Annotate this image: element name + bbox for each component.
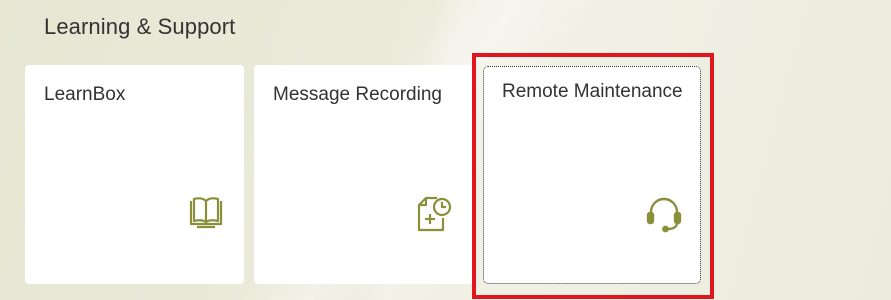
document-clock-icon <box>415 194 455 234</box>
tile-remote-maintenance[interactable]: Remote Maintenance <box>483 66 701 284</box>
tile-learnbox-label: LearnBox <box>44 84 126 105</box>
book-icon <box>186 194 226 234</box>
tile-remote-maintenance-label: Remote Maintenance <box>502 81 683 102</box>
tile-message-recording[interactable]: Message Recording <box>254 65 473 284</box>
tile-learnbox[interactable]: LearnBox <box>25 65 244 284</box>
section-title: Learning & Support <box>44 14 236 39</box>
headset-icon <box>644 194 684 234</box>
tile-message-recording-label: Message Recording <box>273 84 442 105</box>
